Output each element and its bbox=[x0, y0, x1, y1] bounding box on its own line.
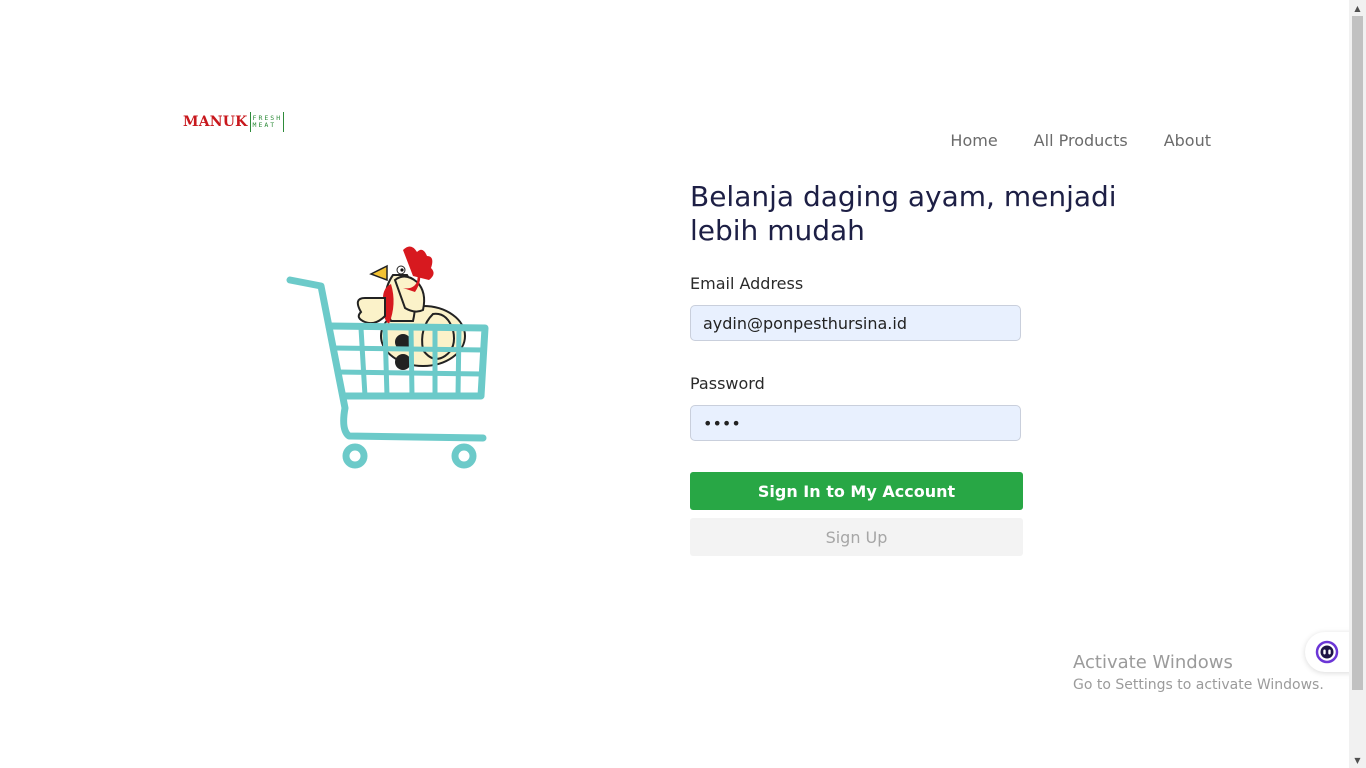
brand-logo[interactable]: MANUK FRESH MEAT bbox=[183, 111, 285, 133]
email-field[interactable] bbox=[690, 305, 1021, 341]
brand-subtitle: FRESH MEAT bbox=[253, 115, 283, 129]
watermark-subtitle: Go to Settings to activate Windows. bbox=[1073, 677, 1324, 693]
main-nav: Home All Products About bbox=[950, 131, 1211, 150]
watermark-title: Activate Windows bbox=[1073, 652, 1233, 673]
logo-divider-end bbox=[283, 112, 285, 132]
chat-widget-button[interactable] bbox=[1305, 632, 1353, 672]
nav-all-products[interactable]: All Products bbox=[1034, 131, 1128, 150]
sign-up-button[interactable]: Sign Up bbox=[690, 518, 1023, 556]
activate-windows-watermark: Activate Windows Go to Settings to activ… bbox=[1073, 652, 1324, 693]
brand-name: MANUK bbox=[183, 114, 248, 130]
nav-about[interactable]: About bbox=[1164, 131, 1211, 150]
email-label: Email Address bbox=[690, 274, 804, 293]
brand-sub-meat: MEAT bbox=[252, 121, 277, 129]
password-field[interactable] bbox=[690, 405, 1021, 441]
sign-in-button[interactable]: Sign In to My Account bbox=[690, 472, 1023, 510]
scroll-down-arrow-icon[interactable]: ▼ bbox=[1349, 752, 1366, 768]
scroll-thumb[interactable] bbox=[1352, 16, 1363, 690]
logo-divider bbox=[249, 112, 251, 132]
nav-home[interactable]: Home bbox=[950, 131, 997, 150]
password-label: Password bbox=[690, 374, 765, 393]
vertical-scrollbar[interactable]: ▲ ▼ bbox=[1349, 0, 1366, 768]
chicken-cart-illustration bbox=[286, 246, 489, 469]
bot-face-icon bbox=[1315, 640, 1339, 664]
scroll-up-arrow-icon[interactable]: ▲ bbox=[1349, 0, 1366, 16]
page-title: Belanja daging ayam, menjadi lebih mudah bbox=[690, 180, 1117, 247]
